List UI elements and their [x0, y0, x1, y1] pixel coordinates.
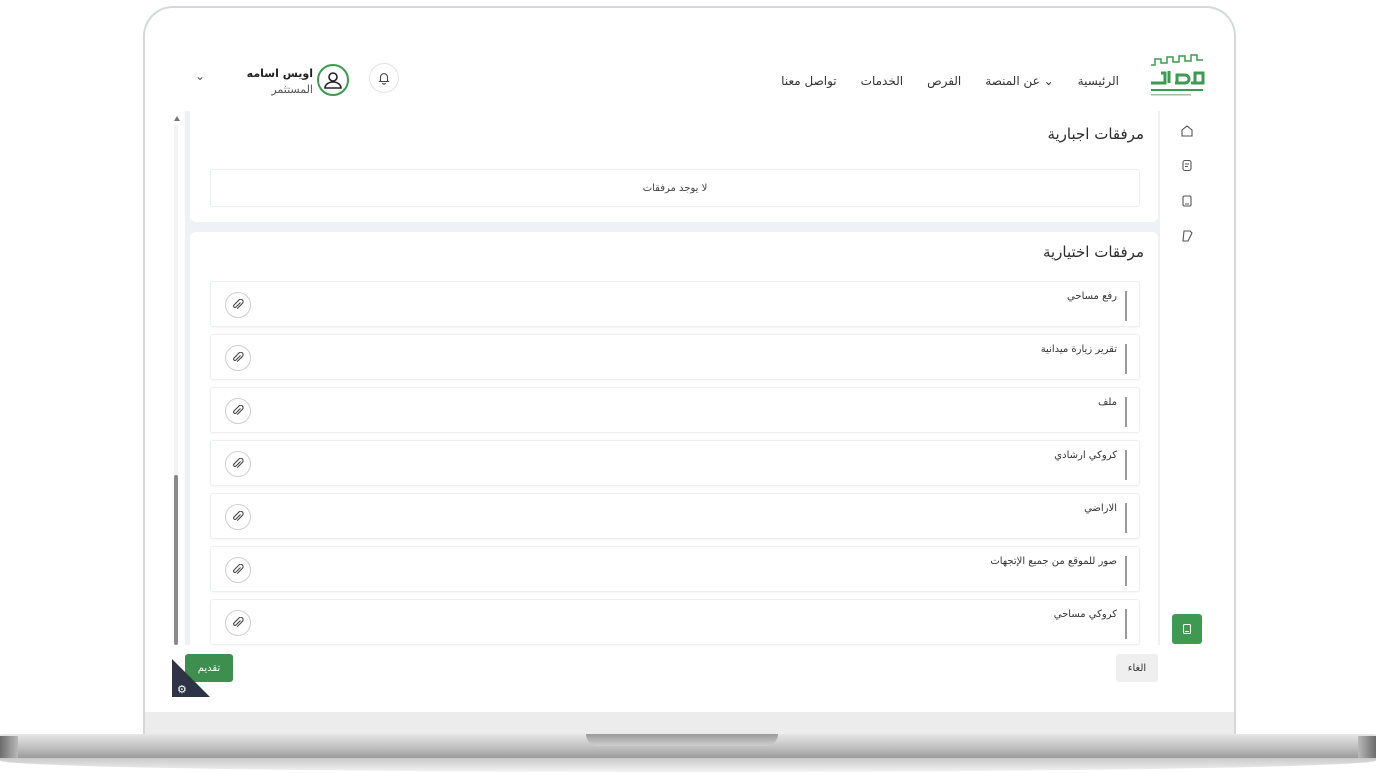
user-avatar[interactable] — [317, 64, 349, 96]
attachment-row: تقرير زيارة ميدانية — [210, 334, 1140, 380]
attachment-label: صور للموقع من جميع الإتجهات — [990, 556, 1127, 586]
attachment-label: كروكي مساحي — [1054, 609, 1127, 639]
optional-attachments-title: مرفقات اختيارية — [1042, 243, 1144, 261]
attachment-label: رفع مساحي — [1067, 291, 1127, 321]
attachment-label: تقرير زيارة ميدانية — [1041, 344, 1127, 374]
nav-contact[interactable]: تواصل معنا — [781, 74, 836, 88]
sidebar-home-icon[interactable] — [1179, 123, 1195, 139]
paperclip-icon — [233, 511, 244, 521]
paperclip-icon — [233, 564, 244, 574]
attachment-row: رفع مساحي — [210, 281, 1140, 327]
scroll-up-arrow-icon[interactable] — [174, 116, 180, 121]
attachment-row: ملف — [210, 387, 1140, 433]
sidebar-tag-icon[interactable] — [1179, 228, 1195, 244]
sidebar-document-icon[interactable] — [1179, 193, 1195, 209]
attachment-row: كروكي ارشادي — [210, 440, 1140, 486]
attachment-row: صور للموقع من جميع الإتجهات — [210, 546, 1140, 592]
paperclip-icon — [233, 352, 244, 362]
attach-button[interactable] — [225, 345, 251, 371]
attachment-row: كروكي مساحي — [210, 599, 1140, 645]
notifications-button[interactable] — [369, 63, 399, 93]
cancel-button[interactable]: الغاء — [1116, 654, 1158, 682]
nav-about[interactable]: عن المنصة ⌄ — [985, 74, 1053, 88]
attach-button[interactable] — [225, 504, 251, 530]
nav-services[interactable]: الخدمات — [861, 74, 903, 88]
attach-button[interactable] — [225, 610, 251, 636]
user-menu-chevron-icon[interactable]: ⌄ — [195, 69, 205, 83]
gear-icon[interactable]: ⚙ — [177, 683, 187, 696]
paperclip-icon — [233, 405, 244, 415]
mandatory-attachments-card: مرفقات اجبارية لا يوجد مرفقات — [190, 111, 1158, 222]
sidebar-clipboard-icon[interactable] — [1179, 157, 1195, 173]
attachment-label: كروكي ارشادي — [1054, 450, 1127, 480]
brand-logo[interactable] — [1145, 53, 1209, 103]
bell-icon — [378, 73, 390, 85]
sidebar-book-icon[interactable] — [1172, 614, 1202, 644]
nav-home[interactable]: الرئيسية — [1078, 74, 1119, 88]
attach-button[interactable] — [225, 451, 251, 477]
user-name: اويس اسامه — [246, 67, 313, 80]
chevron-down-icon: ⌄ — [1043, 74, 1054, 88]
no-attachments-message: لا يوجد مرفقات — [210, 169, 1140, 207]
top-header: الرئيسية عن المنصة ⌄ الفرص الخدمات تواصل… — [165, 47, 1219, 111]
laptop-notch — [586, 734, 778, 746]
attachment-label: الاراضي — [1084, 503, 1127, 533]
paperclip-icon — [233, 299, 244, 309]
user-role: المستثمر — [271, 83, 313, 96]
paperclip-icon — [233, 617, 244, 627]
mandatory-attachments-title: مرفقات اجبارية — [1047, 125, 1144, 143]
attachment-row: الاراضي — [210, 493, 1140, 539]
laptop-base-edge-left — [0, 736, 18, 758]
user-icon — [324, 72, 342, 89]
paperclip-icon — [233, 458, 244, 468]
nav-about-label: عن المنصة — [985, 74, 1040, 88]
scrollbar-thumb[interactable] — [174, 475, 178, 645]
attach-button[interactable] — [225, 398, 251, 424]
nav-opportunities[interactable]: الفرص — [927, 74, 961, 88]
attachment-label: ملف — [1098, 397, 1127, 427]
main-nav: الرئيسية عن المنصة ⌄ الفرص الخدمات تواصل… — [781, 74, 1119, 88]
laptop-base-edge-right — [1358, 736, 1376, 758]
app-screen: الرئيسية عن المنصة ⌄ الفرص الخدمات تواصل… — [165, 47, 1219, 697]
optional-attachments-card: مرفقات اختيارية رفع مساحي تقرير زيارة مي… — [190, 232, 1158, 645]
attach-button[interactable] — [225, 557, 251, 583]
laptop-chin — [145, 712, 1234, 734]
attach-button[interactable] — [225, 292, 251, 318]
